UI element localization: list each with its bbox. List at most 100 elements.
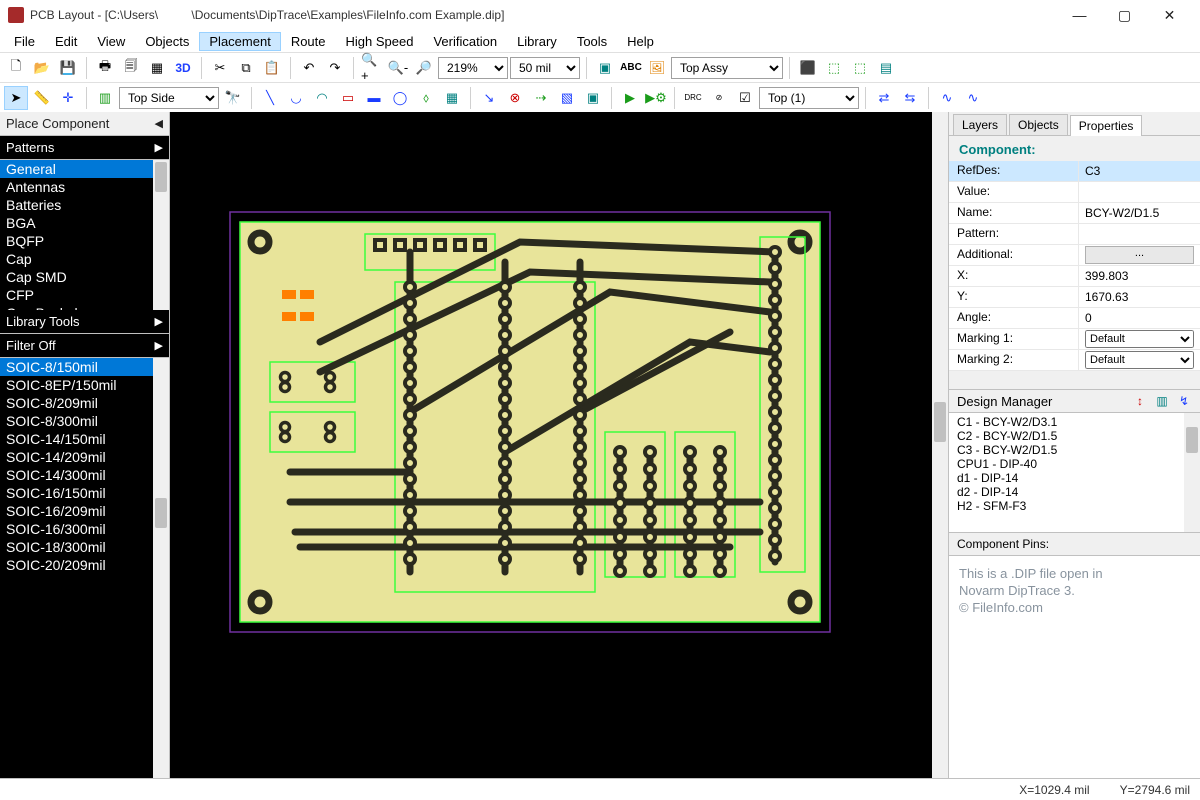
open-file-button[interactable]: 📂 (30, 56, 54, 80)
dm-sort-icon[interactable]: ↕ (1132, 393, 1148, 409)
menu-objects[interactable]: Objects (135, 32, 199, 51)
library-item[interactable]: CFP (0, 286, 169, 304)
footprint-item[interactable]: SOIC-16/150mil (0, 484, 169, 502)
preview-button[interactable]: 🗐 (119, 56, 143, 80)
menu-verification[interactable]: Verification (423, 32, 507, 51)
dm-net-icon[interactable]: ↯ (1176, 393, 1192, 409)
prop-row[interactable]: Marking 2:Default (949, 350, 1200, 371)
redo-button[interactable]: ↷ (323, 56, 347, 80)
library-scrollbar[interactable] (153, 160, 169, 310)
select-tool-button[interactable]: ➤ (4, 86, 28, 110)
renumber-button[interactable]: ▣ (593, 56, 617, 80)
text-button[interactable]: ABC (619, 56, 643, 80)
run-tool-d-button[interactable]: ▤ (874, 56, 898, 80)
footprint-item[interactable]: SOIC-8/150mil (0, 358, 169, 376)
footprint-scrollbar[interactable] (153, 358, 169, 778)
filled-rect-tool-button[interactable]: ▬ (362, 86, 386, 110)
maximize-button[interactable]: ▢ (1102, 0, 1147, 30)
board-outline-button[interactable]: ▣ (581, 86, 605, 110)
menu-library[interactable]: Library (507, 32, 567, 51)
menu-high-speed[interactable]: High Speed (336, 32, 424, 51)
run-tool-a-button[interactable]: ⬛ (796, 56, 820, 80)
autoroute-settings-button[interactable]: ▶⚙ (644, 86, 668, 110)
find-button[interactable]: 🔭 (221, 86, 245, 110)
tab-layers[interactable]: Layers (953, 114, 1007, 135)
table-tool-button[interactable]: ▦ (440, 86, 464, 110)
dm-item[interactable]: H2 - SFM-F3 (955, 499, 1194, 513)
prop-value[interactable]: 0 (1079, 308, 1200, 328)
footprint-item[interactable]: SOIC-16/209mil (0, 502, 169, 520)
prop-value[interactable]: Default (1079, 350, 1200, 370)
dm-item[interactable]: CPU1 - DIP-40 (955, 457, 1194, 471)
drc-off-button[interactable]: ⊘ (707, 86, 731, 110)
prop-row[interactable]: X:399.803 (949, 266, 1200, 287)
rect-tool-button[interactable]: ▭ (336, 86, 360, 110)
zoom-window-button[interactable]: 🔎 (412, 56, 436, 80)
library-tools-header[interactable]: Library Tools▶ (0, 310, 169, 334)
prop-value[interactable]: 1670.63 (1079, 287, 1200, 307)
menu-view[interactable]: View (87, 32, 135, 51)
diff-pair-a-button[interactable]: ⇄ (872, 86, 896, 110)
library-item[interactable]: Antennas (0, 178, 169, 196)
footprint-item[interactable]: SOIC-14/209mil (0, 448, 169, 466)
prop-row[interactable]: Pattern: (949, 224, 1200, 245)
meander-b-button[interactable]: ∿ (961, 86, 985, 110)
prop-row[interactable]: Y:1670.63 (949, 287, 1200, 308)
polyline-tool-button[interactable]: ⬨ (414, 86, 438, 110)
prop-value[interactable] (1079, 182, 1200, 202)
cut-button[interactable]: ✂ (208, 56, 232, 80)
new-file-button[interactable]: 🗋 (4, 56, 28, 80)
menu-help[interactable]: Help (617, 32, 664, 51)
footprint-item[interactable]: SOIC-20/209mil (0, 556, 169, 574)
undo-button[interactable]: ↶ (297, 56, 321, 80)
footprint-item[interactable]: SOIC-18/300mil (0, 538, 169, 556)
route-manual-button[interactable]: ↘ (477, 86, 501, 110)
footprint-item[interactable]: SOIC-14/300mil (0, 466, 169, 484)
ellipse-tool-button[interactable]: ◯ (388, 86, 412, 110)
filter-header[interactable]: Filter Off▶ (0, 334, 169, 358)
footprint-item[interactable]: SOIC-8/300mil (0, 412, 169, 430)
arc-tool-button[interactable]: ◡ (284, 86, 308, 110)
design-manager-list[interactable]: C1 - BCY-W2/D3.1C2 - BCY-W2/D1.5C3 - BCY… (949, 413, 1200, 533)
component-tool-button[interactable]: ▥ (93, 86, 117, 110)
3d-preview-button[interactable]: 3D (171, 56, 195, 80)
dm-scrollbar[interactable] (1184, 413, 1200, 532)
prop-row[interactable]: Name:BCY-W2/D1.5 (949, 203, 1200, 224)
close-button[interactable]: ✕ (1147, 0, 1192, 30)
net-check-button[interactable]: ☑ (733, 86, 757, 110)
dm-item[interactable]: C2 - BCY-W2/D1.5 (955, 429, 1194, 443)
footprint-item[interactable]: SOIC-8EP/150mil (0, 376, 169, 394)
current-layer-select[interactable]: Top (1) (759, 87, 859, 109)
tab-objects[interactable]: Objects (1009, 114, 1068, 135)
dm-item[interactable]: C1 - BCY-W2/D3.1 (955, 415, 1194, 429)
print-button[interactable]: 🖶 (93, 56, 117, 80)
minimize-button[interactable]: — (1057, 0, 1102, 30)
dm-component-icon[interactable]: ▥ (1154, 393, 1170, 409)
menu-edit[interactable]: Edit (45, 32, 87, 51)
library-item[interactable]: Con Backplane (0, 304, 169, 310)
zoom-out-button[interactable]: 🔍- (386, 56, 410, 80)
prop-row[interactable]: Additional:... (949, 245, 1200, 266)
run-tool-b-button[interactable]: ⬚ (822, 56, 846, 80)
origin-tool-button[interactable]: ✛ (56, 86, 80, 110)
side-select[interactable]: Top Side (119, 87, 219, 109)
ratline-tool-button[interactable]: ⇢ (529, 86, 553, 110)
place-component-header[interactable]: Place Component◀ (0, 112, 169, 136)
prop-value[interactable]: BCY-W2/D1.5 (1079, 203, 1200, 223)
prop-value[interactable]: ... (1079, 245, 1200, 265)
autoroute-run-button[interactable]: ▶ (618, 86, 642, 110)
measure-tool-button[interactable]: 📏 (30, 86, 54, 110)
prop-row[interactable]: Angle:0 (949, 308, 1200, 329)
library-item[interactable]: Cap (0, 250, 169, 268)
footprint-item[interactable]: SOIC-8/209mil (0, 394, 169, 412)
menu-route[interactable]: Route (281, 32, 336, 51)
zoom-in-button[interactable]: 🔍+ (360, 56, 384, 80)
paste-button[interactable]: 📋 (260, 56, 284, 80)
zoom-level-select[interactable]: 219% (438, 57, 508, 79)
library-item[interactable]: Batteries (0, 196, 169, 214)
run-tool-c-button[interactable]: ⬚ (848, 56, 872, 80)
prop-value[interactable] (1079, 224, 1200, 244)
menu-tools[interactable]: Tools (567, 32, 617, 51)
drc-button[interactable]: DRC (681, 86, 705, 110)
properties-grid[interactable]: RefDes:C3Value:Name:BCY-W2/D1.5Pattern:A… (949, 161, 1200, 371)
